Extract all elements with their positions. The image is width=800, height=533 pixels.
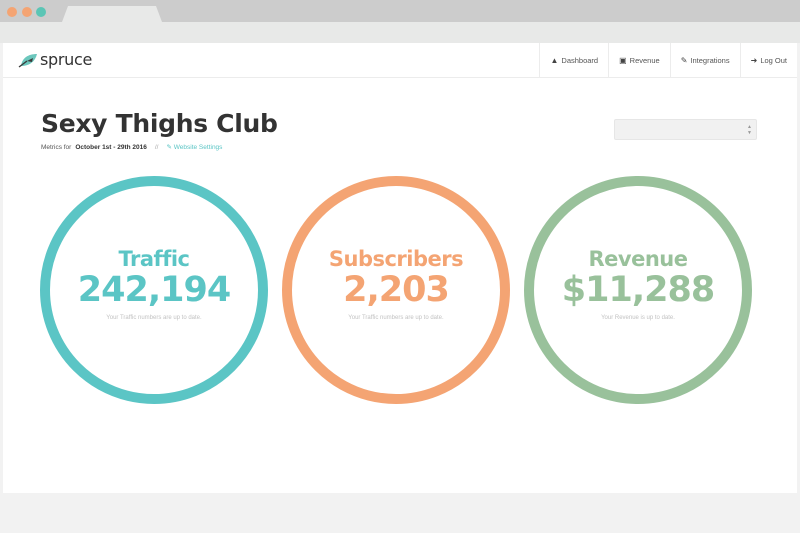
page: spruce ▲ Dashboard ▣ Revenue ✎ Integrati… (3, 43, 797, 493)
sign-out-icon: ➜ (750, 56, 758, 65)
metric-value: 242,194 (77, 269, 231, 310)
money-icon: ▣ (619, 56, 627, 65)
date-range: October 1st - 29th 2016 (75, 143, 147, 151)
top-nav: spruce ▲ Dashboard ▣ Revenue ✎ Integrati… (3, 43, 797, 78)
traffic-metric-circle: Traffic 242,194 Your Traffic numbers are… (40, 176, 268, 404)
metric-note: Your Traffic numbers are up to date. (106, 314, 202, 321)
nav-item-label: Revenue (629, 56, 660, 65)
browser-tab[interactable] (62, 6, 162, 22)
plug-icon: ✎ (680, 56, 688, 65)
leaf-icon (18, 53, 37, 68)
separator: // (154, 143, 159, 151)
window-close-button[interactable] (7, 7, 17, 17)
nav-menu: ▲ Dashboard ▣ Revenue ✎ Integrations ➜ L… (539, 43, 797, 78)
window-maximize-button[interactable] (36, 7, 46, 17)
nav-item-label: Log Out (760, 56, 787, 65)
revenue-metric-circle: Revenue $11,288 Your Revenue is up to da… (524, 176, 752, 404)
select-arrows-icon: ▲ ▼ (747, 124, 752, 136)
logo-text: spruce (40, 50, 93, 69)
browser-toolbar (0, 22, 800, 43)
edit-icon: ✎ (166, 144, 172, 151)
metric-note: Your Revenue is up to date. (601, 314, 675, 321)
website-settings-link[interactable]: ✎ Website Settings (167, 143, 223, 151)
website-settings-label: Website Settings (173, 144, 223, 151)
metric-note: Your Traffic numbers are up to date. (348, 314, 444, 321)
nav-item-revenue[interactable]: ▣ Revenue (608, 43, 670, 78)
website-select[interactable]: ▲ ▼ (614, 119, 757, 140)
tree-icon: ▲ (550, 56, 559, 65)
browser-title-bar (0, 0, 800, 22)
metric-label: Subscribers (328, 246, 464, 271)
metrics-subtitle: Metrics for October 1st - 29th 2016 // ✎… (41, 143, 223, 152)
nav-item-label: Integrations (690, 56, 730, 65)
nav-item-dashboard[interactable]: ▲ Dashboard (539, 43, 608, 78)
metric-value: 2,203 (343, 269, 450, 310)
metric-value: $11,288 (561, 269, 715, 310)
window-minimize-button[interactable] (22, 7, 32, 17)
logo[interactable]: spruce (18, 50, 92, 69)
metric-label: Revenue (588, 246, 689, 271)
page-title: Sexy Thighs Club (41, 109, 278, 138)
nav-item-label: Dashboard (561, 56, 599, 65)
subscribers-metric-circle: Subscribers 2,203 Your Traffic numbers a… (282, 176, 510, 404)
nav-item-integrations[interactable]: ✎ Integrations (669, 43, 740, 78)
nav-item-log-out[interactable]: ➜ Log Out (739, 43, 797, 78)
metric-label: Traffic (118, 246, 190, 271)
metrics-prefix: Metrics for (41, 143, 72, 151)
